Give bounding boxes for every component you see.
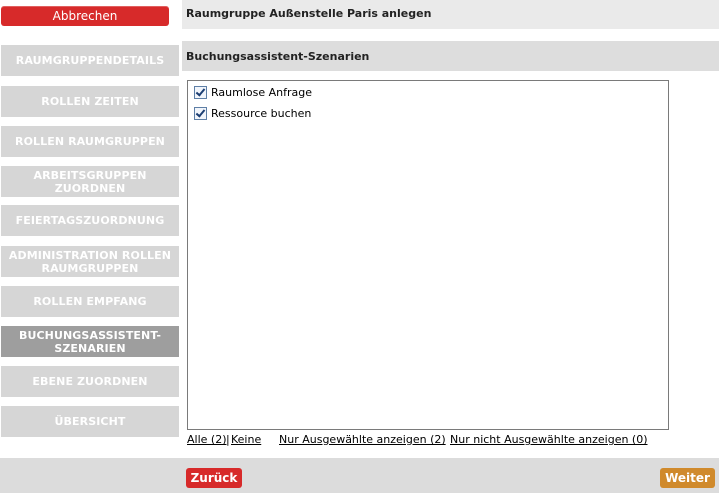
nav-item-label: ARBEITSGRUPPEN ZUORDNEN (33, 168, 147, 195)
nav-item-rollen-raumgruppen[interactable]: ROLLEN RAUMGRUPPEN (1, 126, 179, 157)
main-panel: Raumgruppe Außenstelle Paris anlegen Buc… (182, 0, 719, 493)
nav-item-buchungsassistent-szenarien[interactable]: BUCHUNGSASSISTENT-SZENARIEN (1, 326, 179, 357)
nav-item-label: FEIERTAGSZUORDNUNG (15, 214, 165, 227)
nav-item-ebene-zuordnen[interactable]: EBENE ZUORDNEN (1, 366, 179, 397)
checkbox-raumlose-anfrage[interactable] (194, 86, 207, 99)
nav-item-feiertagszuordnung[interactable]: FEIERTAGSZUORDNUNG (1, 205, 179, 236)
show-unselected-link[interactable]: Nur nicht Ausgewählte anzeigen (0) (450, 433, 648, 446)
select-all-link[interactable]: Alle (2) (187, 433, 226, 446)
page-title: Raumgruppe Außenstelle Paris anlegen (186, 7, 432, 20)
nav-item-label: EBENE ZUORDNEN (32, 375, 148, 388)
option-label: Raumlose Anfrage (211, 86, 312, 99)
nav-item-label: ROLLEN RAUMGRUPPEN (15, 135, 165, 148)
sidebar: Abbrechen RAUMGRUPPENDETAILS ROLLEN ZEIT… (0, 0, 182, 493)
select-none-link[interactable]: Keine (231, 433, 261, 446)
nav-item-uebersicht[interactable]: ÜBERSICHT (1, 406, 179, 437)
nav-item-label: RAUMGRUPPENDETAILS (15, 54, 165, 67)
nav-item-label: BUCHUNGSASSISTENT-SZENARIEN (18, 328, 162, 355)
section-title: Buchungsassistent-Szenarien (186, 50, 370, 63)
sidebar-footer (0, 458, 182, 493)
back-button[interactable]: Zurück (186, 468, 242, 488)
nav-item-arbeitsgruppen-zuordnen[interactable]: ARBEITSGRUPPEN ZUORDNEN (1, 166, 179, 197)
header-bar: Raumgruppe Außenstelle Paris anlegen (182, 0, 719, 29)
show-selected-link[interactable]: Nur Ausgewählte anzeigen (2) (279, 433, 446, 446)
option-label: Ressource buchen (211, 107, 312, 120)
option-ressource-buchen[interactable]: Ressource buchen (194, 107, 311, 120)
footer-bar: Zurück Weiter (182, 458, 719, 493)
option-raumlose-anfrage[interactable]: Raumlose Anfrage (194, 86, 312, 99)
selection-links: Alle (2) | Keine Nur Ausgewählte anzeige… (187, 433, 707, 447)
nav-item-label: ÜBERSICHT (54, 415, 126, 428)
section-header: Buchungsassistent-Szenarien (182, 41, 719, 71)
nav-item-label: ADMINISTRATION ROLLEN RAUMGRUPPEN (8, 248, 172, 275)
scenario-list[interactable]: Raumlose Anfrage Ressource buchen (187, 80, 669, 430)
nav-item-raumgruppendetails[interactable]: RAUMGRUPPENDETAILS (1, 45, 179, 76)
nav-item-label: ROLLEN ZEITEN (41, 95, 139, 108)
cancel-button[interactable]: Abbrechen (1, 6, 169, 26)
nav-item-rollen-empfang[interactable]: ROLLEN EMPFANG (1, 286, 179, 317)
nav-item-label: ROLLEN EMPFANG (33, 295, 147, 308)
checkbox-ressource-buchen[interactable] (194, 107, 207, 120)
link-separator: | (226, 433, 230, 446)
nav-item-administration-rollen-raumgruppen[interactable]: ADMINISTRATION ROLLEN RAUMGRUPPEN (1, 246, 179, 277)
next-button[interactable]: Weiter (660, 468, 715, 488)
nav-item-rollen-zeiten[interactable]: ROLLEN ZEITEN (1, 86, 179, 117)
